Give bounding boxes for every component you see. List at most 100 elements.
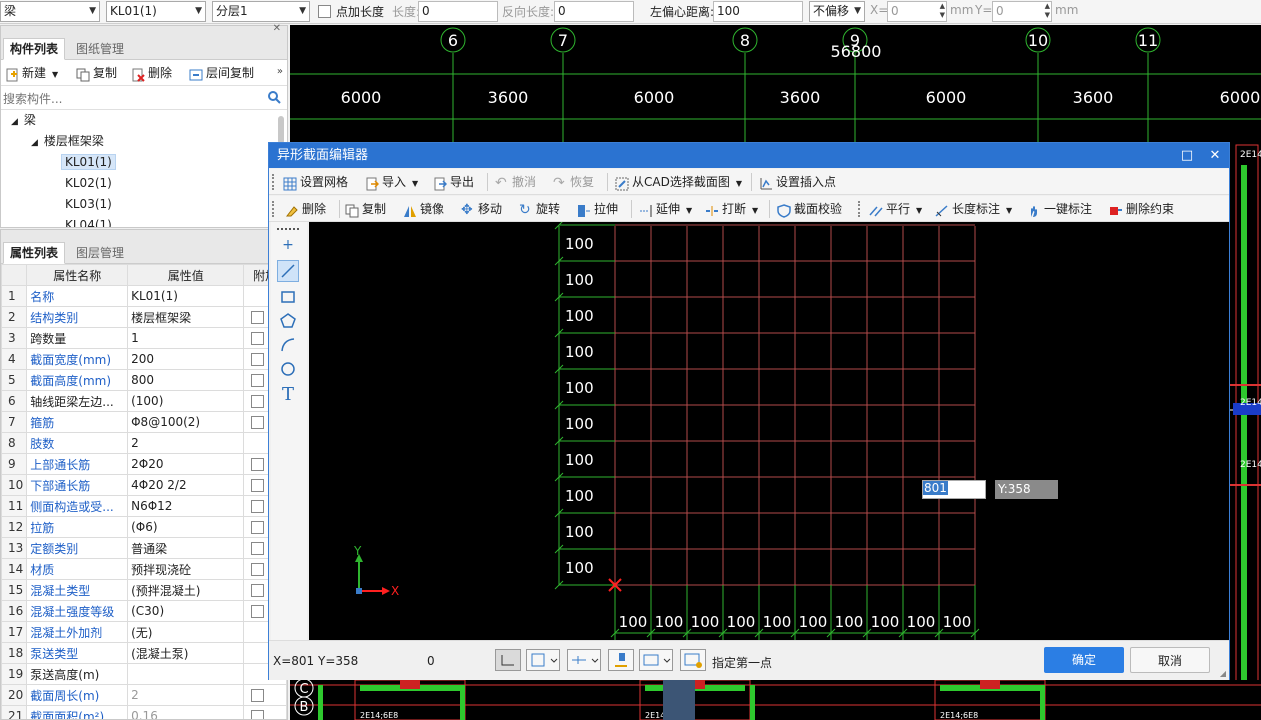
property-value[interactable]: 楼层框架梁 <box>127 306 245 328</box>
extra-checkbox[interactable] <box>251 416 265 429</box>
delete-button[interactable]: 删除 <box>285 198 326 220</box>
resize-grip-icon[interactable]: ◢ <box>1220 669 1226 678</box>
mirror-button[interactable]: 镜像 <box>403 198 444 220</box>
table-row[interactable]: 20 截面周长(m) 2 <box>1 684 287 706</box>
table-row[interactable]: 21 截面面积(m²) 0.16 <box>1 705 287 719</box>
x-input[interactable]: 0 ▲ ▼ <box>887 1 947 22</box>
ok-button[interactable]: 确定 <box>1044 647 1124 673</box>
tab-drawing-management[interactable]: 图纸管理 <box>69 38 131 60</box>
maximize-icon[interactable]: □ <box>1175 143 1199 168</box>
extra-checkbox[interactable] <box>251 584 265 597</box>
property-value[interactable]: 预拌现浇砼 <box>127 558 245 580</box>
pin-toggle[interactable] <box>608 649 634 671</box>
property-value[interactable]: 2 <box>127 684 245 706</box>
redo-button[interactable]: ↷ 恢复 <box>553 171 594 193</box>
table-row[interactable]: 18 泵送类型 (混凝土泵) <box>1 642 287 664</box>
close-icon[interactable]: ✕ <box>1203 143 1227 168</box>
table-row[interactable]: 12 拉筋 (Φ6) <box>1 516 287 538</box>
table-row[interactable]: 8 肢数 2 <box>1 432 287 454</box>
extra-checkbox[interactable] <box>251 689 265 702</box>
property-value[interactable]: (混凝土泵) <box>127 642 245 664</box>
property-value[interactable]: (预拌混凝土) <box>127 579 245 601</box>
import-button[interactable]: 导入 ▼ <box>365 171 418 193</box>
rectangle-tool[interactable] <box>277 286 299 308</box>
property-value[interactable]: (Φ6) <box>127 516 245 538</box>
search-input[interactable] <box>3 90 265 108</box>
select-from-cad-button[interactable]: 从CAD选择截面图 ▼ <box>615 171 742 193</box>
spinner-icon[interactable]: ▲ ▼ <box>1045 2 1050 20</box>
coordinate-x-input[interactable]: 801 <box>922 480 986 499</box>
section-check-button[interactable]: 截面校验 <box>777 198 842 220</box>
tab-property-list[interactable]: 属性列表 <box>3 242 66 264</box>
table-row[interactable]: 4 截面宽度(mm) 200 <box>1 348 287 370</box>
display-toggle[interactable] <box>639 649 673 671</box>
extra-checkbox[interactable] <box>251 374 265 387</box>
text-tool[interactable]: T <box>277 384 299 406</box>
tree-node-beam[interactable]: ◢ 梁 <box>11 110 36 131</box>
copy-button[interactable]: 复制 <box>345 198 386 220</box>
spinner-icon[interactable]: ▲ ▼ <box>940 2 945 20</box>
tree-item[interactable]: KL04(1) <box>65 215 112 227</box>
property-value[interactable]: (C30) <box>127 600 245 622</box>
extra-checkbox[interactable] <box>251 542 265 555</box>
table-row[interactable]: 13 定额类别 普通梁 <box>1 537 287 559</box>
search-icon[interactable] <box>267 90 281 104</box>
snap-toggle[interactable] <box>526 649 560 671</box>
tree-item[interactable]: KL01(1) <box>61 152 116 173</box>
extra-checkbox[interactable] <box>251 311 265 324</box>
extend-button[interactable]: 延伸 ▼ <box>639 198 692 220</box>
y-input[interactable]: 0 ▲ ▼ <box>992 1 1052 22</box>
extra-checkbox[interactable] <box>251 479 265 492</box>
undo-button[interactable]: ↶ 撤消 <box>495 171 536 193</box>
length-input[interactable]: 0 <box>418 1 498 22</box>
dimension-toggle[interactable] <box>567 649 601 671</box>
extra-checkbox[interactable] <box>251 395 265 408</box>
table-row[interactable]: 2 结构类别 楼层框架梁 <box>1 306 287 328</box>
component-name-select[interactable]: KL01(1) ▼ <box>106 1 206 22</box>
new-button[interactable]: 新建 ▼ <box>5 62 58 84</box>
more-icon[interactable]: » <box>277 66 283 77</box>
auto-dimension-button[interactable]: 一键标注 <box>1027 198 1092 220</box>
extra-checkbox[interactable] <box>251 500 265 513</box>
property-value[interactable]: (无) <box>127 621 245 643</box>
table-row[interactable]: 19 泵送高度(m) <box>1 663 287 685</box>
table-row[interactable]: 3 跨数量 1 <box>1 327 287 349</box>
rotate-button[interactable]: ↻ 旋转 <box>519 198 560 220</box>
offset-mode-select[interactable]: 不偏移 ▼ <box>809 1 865 22</box>
section-canvas[interactable]: 100 100 100 100 100 100 100 100 100 100 100 100 100 1… <box>309 222 1229 640</box>
tab-component-list[interactable]: 构件列表 <box>3 38 66 60</box>
scrollbar[interactable] <box>278 116 284 144</box>
delete-button[interactable]: 删除 <box>131 62 172 84</box>
tab-layer-management[interactable]: 图层管理 <box>69 242 131 264</box>
cancel-button[interactable]: 取消 <box>1130 647 1210 673</box>
property-value[interactable]: 1 <box>127 327 245 349</box>
close-icon[interactable]: ✕ <box>273 23 281 34</box>
extra-checkbox[interactable] <box>251 605 265 618</box>
extra-checkbox[interactable] <box>251 521 265 534</box>
extra-checkbox[interactable] <box>251 710 265 719</box>
point-length-checkbox[interactable] <box>318 5 331 18</box>
collapse-icon[interactable]: ◢ <box>11 117 18 127</box>
tree-item[interactable]: KL03(1) <box>65 194 112 215</box>
extra-checkbox[interactable] <box>251 563 265 576</box>
table-row[interactable]: 1 名称 KL01(1) <box>1 285 287 307</box>
coordinate-y-display[interactable]: Y:358 <box>995 480 1058 499</box>
break-button[interactable]: 打断 ▼ <box>705 198 758 220</box>
polygon-tool[interactable] <box>277 310 299 332</box>
floor-copy-button[interactable]: 层间复制 <box>189 62 254 84</box>
extra-checkbox[interactable] <box>251 458 265 471</box>
property-value[interactable]: (100) <box>127 390 245 412</box>
property-value[interactable]: 2 <box>127 432 245 454</box>
tree-node-floor-frame-beam[interactable]: ◢ 楼层框架梁 <box>31 131 104 152</box>
point-tool[interactable]: + <box>277 234 299 256</box>
comment-toggle[interactable] <box>680 649 706 671</box>
parallel-button[interactable]: 平行 ▼ <box>869 198 922 220</box>
tree-item[interactable]: KL02(1) <box>65 173 112 194</box>
set-insert-point-button[interactable]: 设置插入点 <box>759 171 836 193</box>
property-value[interactable]: Φ8@100(2) <box>127 411 245 433</box>
table-row[interactable]: 15 混凝土类型 (预拌混凝土) <box>1 579 287 601</box>
move-button[interactable]: ✥ 移动 <box>461 198 502 220</box>
layer-select[interactable]: 分层1 ▼ <box>212 1 310 22</box>
set-grid-button[interactable]: 设置网格 <box>283 171 348 193</box>
circle-tool[interactable] <box>277 358 299 380</box>
